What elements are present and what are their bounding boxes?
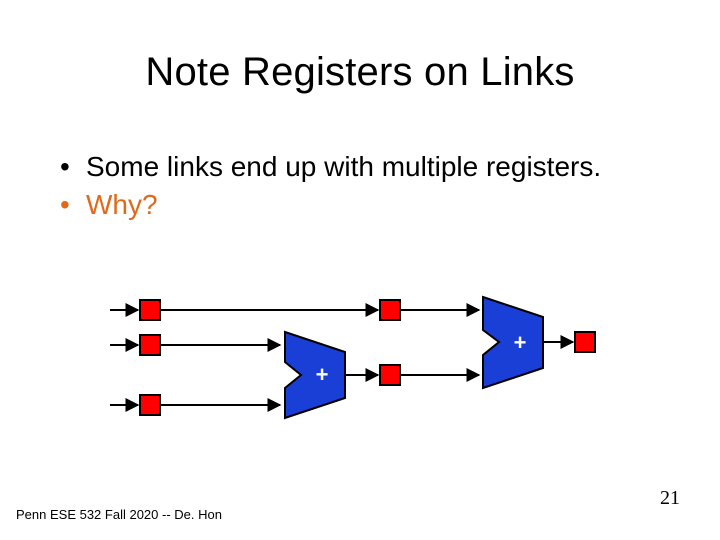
pipeline-diagram: + + bbox=[110, 290, 610, 460]
register bbox=[380, 365, 400, 385]
plus-icon: + bbox=[316, 362, 329, 387]
bullet-item: Why? bbox=[60, 188, 660, 222]
page-number: 21 bbox=[660, 487, 680, 510]
diagram-svg: + + bbox=[110, 290, 610, 460]
bullet-text: Some links end up with multiple register… bbox=[86, 151, 601, 182]
register bbox=[140, 335, 160, 355]
register bbox=[575, 332, 595, 352]
adder: + bbox=[483, 297, 543, 388]
bullet-item: Some links end up with multiple register… bbox=[60, 150, 660, 184]
slide-footer: Penn ESE 532 Fall 2020 -- De. Hon bbox=[16, 507, 222, 522]
register bbox=[380, 300, 400, 320]
slide-title: Note Registers on Links bbox=[0, 50, 720, 95]
plus-icon: + bbox=[514, 330, 527, 355]
slide: Note Registers on Links Some links end u… bbox=[0, 0, 720, 540]
register bbox=[140, 300, 160, 320]
register bbox=[140, 395, 160, 415]
adder: + bbox=[285, 332, 345, 418]
bullet-list: Some links end up with multiple register… bbox=[60, 150, 660, 226]
bullet-text: Why? bbox=[86, 189, 158, 220]
